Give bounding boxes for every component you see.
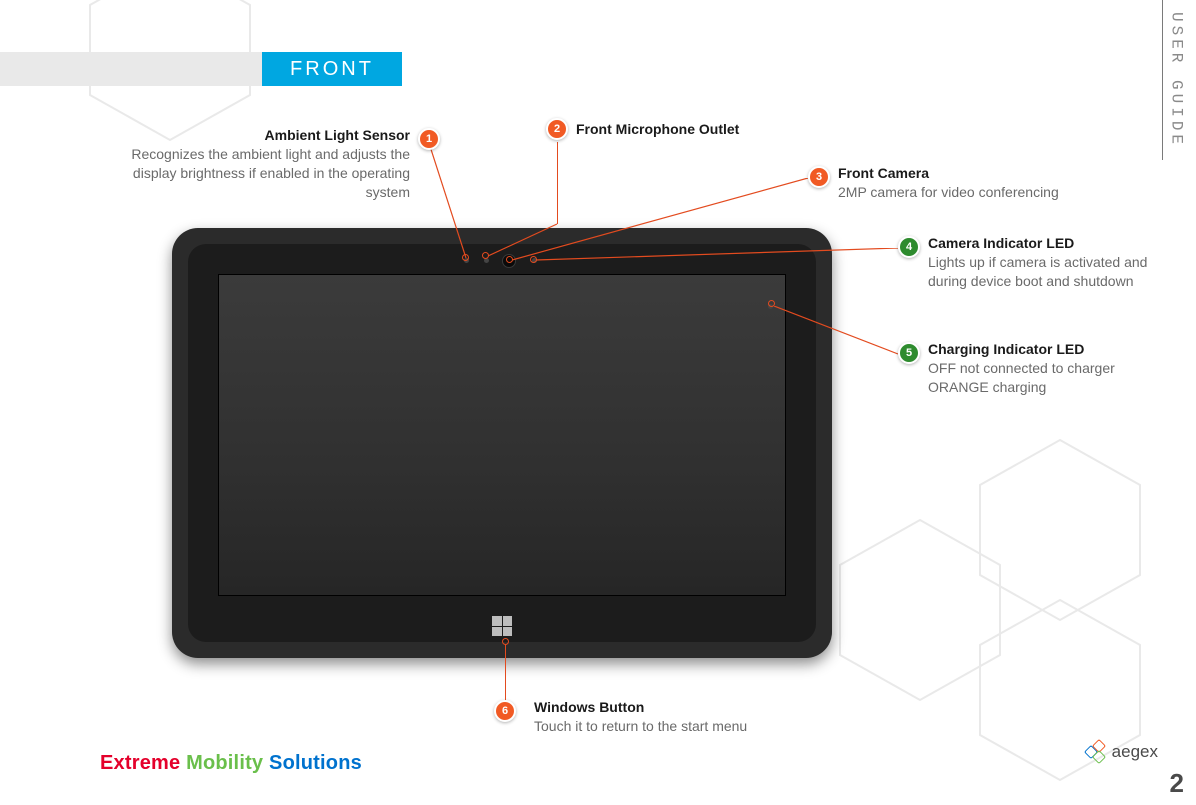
callout-6-bubble: 6 [494, 700, 516, 722]
callout-6-end-dot [502, 638, 509, 645]
callout-5-end-dot [768, 300, 775, 307]
callout-1-leader [428, 140, 478, 270]
callout-2-end-dot [482, 252, 489, 259]
footer-brand-left: Extreme Mobility Solutions [100, 752, 362, 775]
callout-3-label: Front Camera 2MP camera for video confer… [838, 164, 1138, 202]
callout-1-bubble: 1 [418, 128, 440, 150]
callout-4-end-dot [530, 256, 537, 263]
windows-button-icon [492, 616, 512, 636]
page-number: 2 [1170, 768, 1184, 799]
callout-6-leader [505, 644, 506, 700]
callout-1-label: Ambient Light Sensor Recognizes the ambi… [130, 126, 410, 202]
side-label: USER GUIDE [1162, 0, 1190, 160]
callout-5-label: Charging Indicator LED OFF not connected… [928, 340, 1178, 397]
aegex-logo-text: aegex [1112, 742, 1158, 762]
callout-4-label: Camera Indicator LED Lights up if camera… [928, 234, 1178, 291]
callout-6-label: Windows Button Touch it to return to the… [534, 698, 834, 736]
callout-5-leader [774, 306, 904, 358]
tablet-screen [218, 274, 786, 596]
tablet-device [172, 228, 832, 658]
aegex-logo-icon [1086, 741, 1108, 763]
callout-1-end-dot [462, 254, 469, 261]
callout-5-bubble: 5 [898, 342, 920, 364]
callout-3-end-dot [506, 256, 513, 263]
callout-2-bubble: 2 [546, 118, 568, 140]
callout-2-label: Front Microphone Outlet [576, 120, 739, 139]
callout-4-bubble: 4 [898, 236, 920, 258]
section-header: FRONT [0, 52, 402, 86]
callout-4-leader [536, 248, 901, 264]
section-title: FRONT [262, 52, 402, 86]
callout-3-bubble: 3 [808, 166, 830, 188]
footer-brand-right: aegex [1086, 741, 1158, 763]
